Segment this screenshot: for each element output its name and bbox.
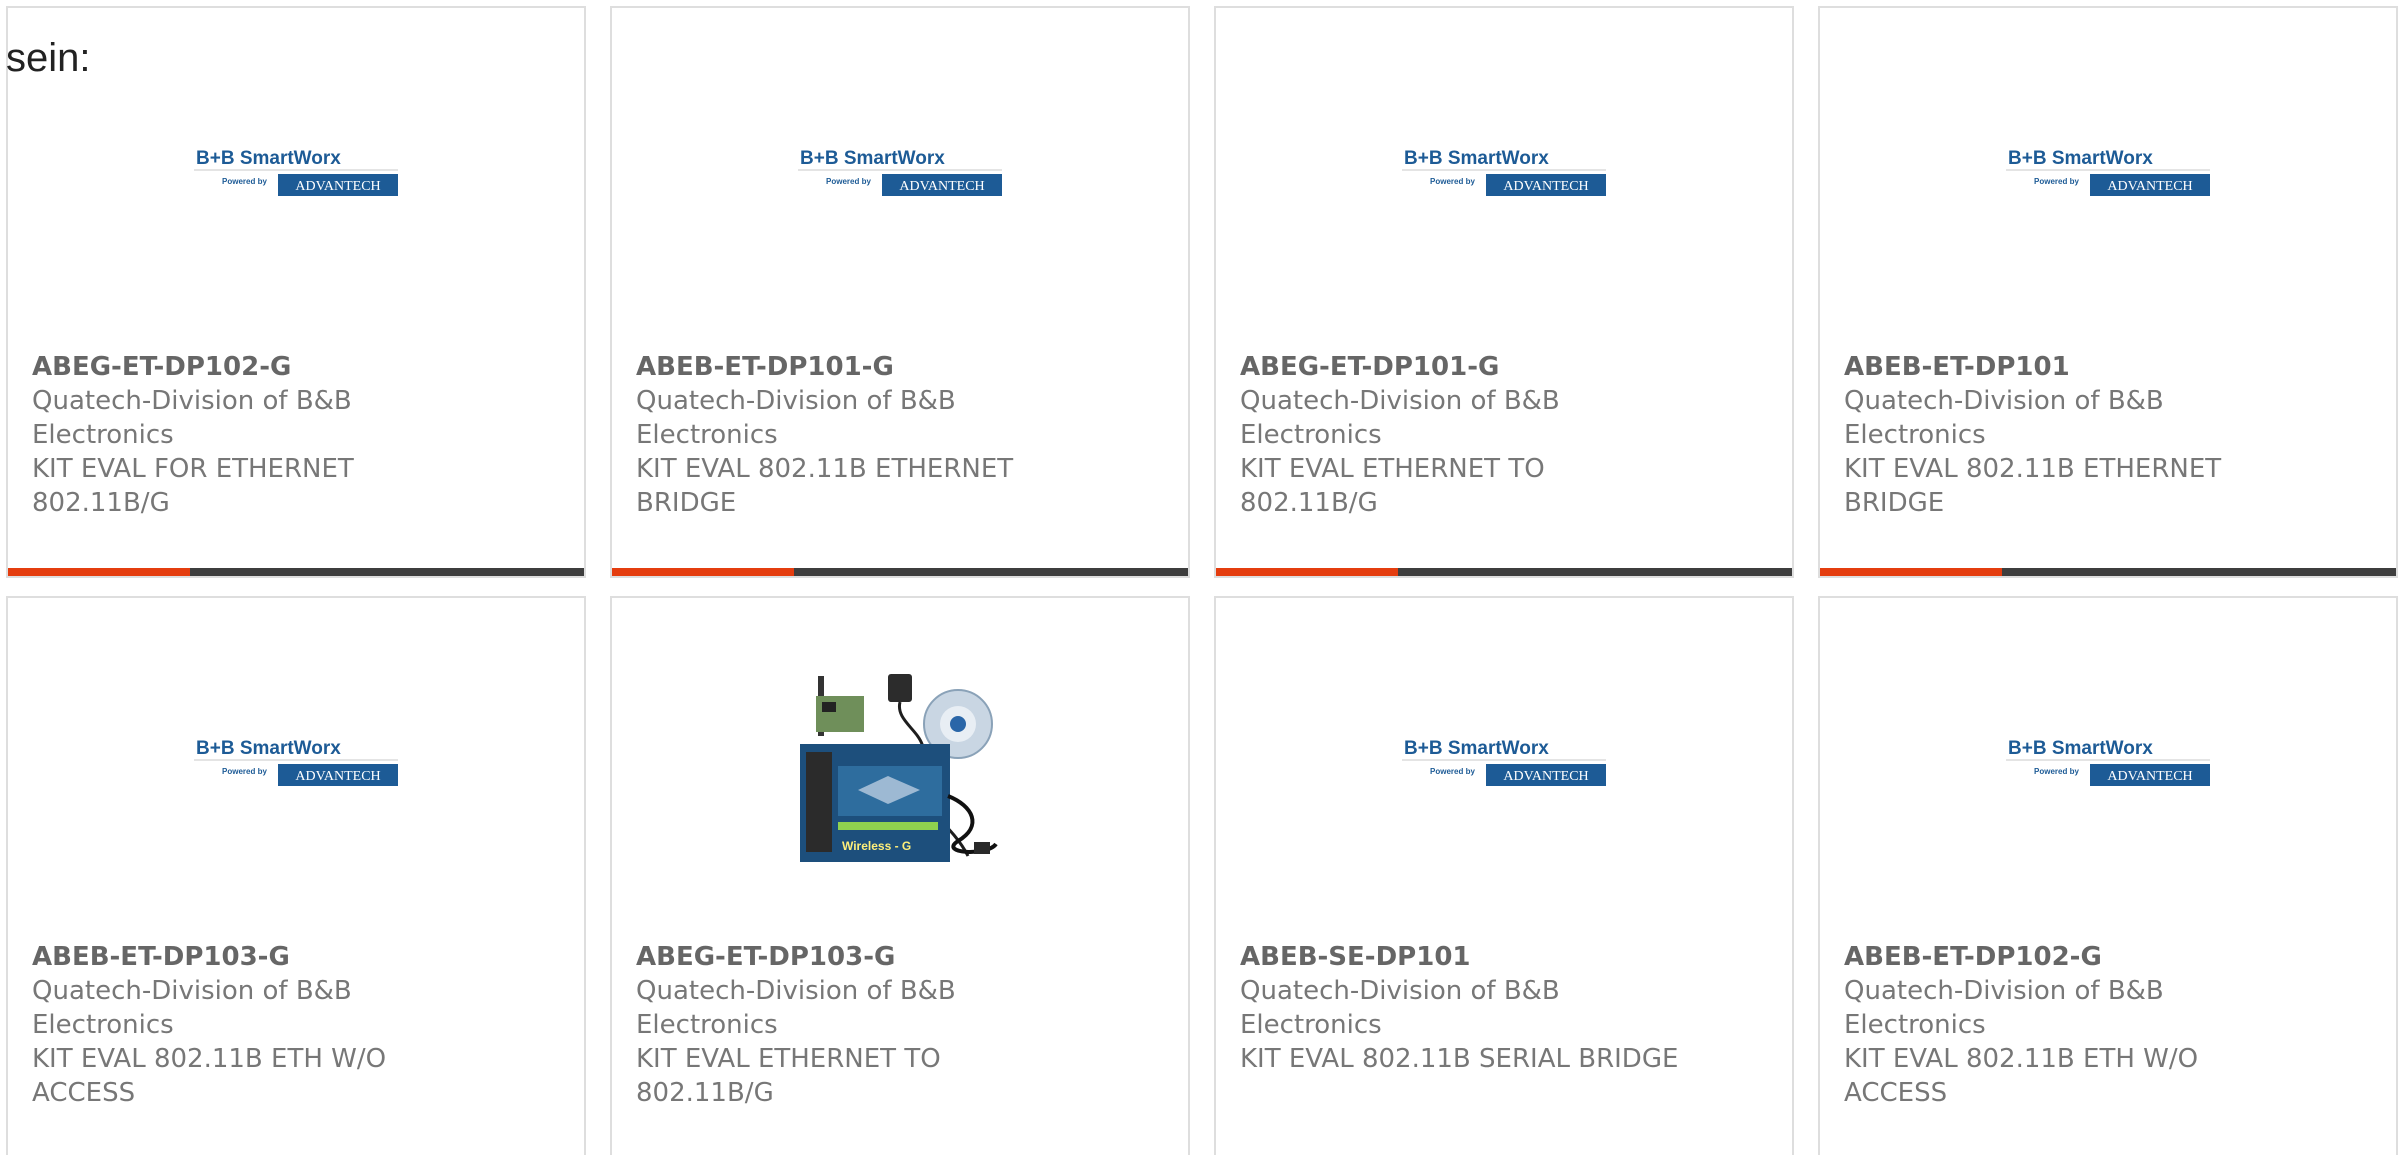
bb-smartworx-logo: B+B SmartWorx Powered by ADVANTECH: [2006, 738, 2210, 786]
product-info: ABEB-SE-DP101 Quatech-Division of B&B El…: [1240, 940, 1680, 1076]
product-info: ABEB-ET-DP102-G Quatech-Division of B&B …: [1844, 940, 2284, 1110]
product-info: ABEG-ET-DP103-G Quatech-Division of B&B …: [636, 940, 1076, 1110]
product-image[interactable]: B+B SmartWorx Powered by ADVANTECH: [8, 658, 584, 848]
product-image[interactable]: B+B SmartWorx Powered by ADVANTECH: [1216, 658, 1792, 848]
bb-smartworx-logo: B+B SmartWorx Powered by ADVANTECH: [2006, 148, 2210, 196]
bb-smartworx-logo: B+B SmartWorx Powered by ADVANTECH: [194, 738, 398, 786]
product-part-number[interactable]: ABEG-ET-DP103-G: [636, 940, 1076, 974]
product-part-number[interactable]: ABEB-ET-DP103-G: [32, 940, 472, 974]
product-info: ABEG-ET-DP102-G Quatech-Division of B&B …: [32, 350, 472, 520]
product-manufacturer: Quatech-Division of B&B Electronics: [636, 386, 956, 450]
logo-partner-text: ADVANTECH: [295, 179, 380, 194]
logo-partner-text: ADVANTECH: [2107, 179, 2192, 194]
logo-partner-text: ADVANTECH: [1503, 179, 1588, 194]
product-info: ABEG-ET-DP101-G Quatech-Division of B&B …: [1240, 350, 1680, 520]
product-image[interactable]: B+B SmartWorx Powered by ADVANTECH: [1216, 92, 1792, 282]
product-image[interactable]: B+B SmartWorx Powered by ADVANTECH: [612, 92, 1188, 282]
product-manufacturer: Quatech-Division of B&B Electronics: [32, 976, 352, 1040]
card-accent-bar: [8, 568, 584, 576]
intro-text: sein:: [6, 36, 91, 80]
product-part-number[interactable]: ABEG-ET-DP101-G: [1240, 350, 1680, 384]
bb-smartworx-logo: B+B SmartWorx Powered by ADVANTECH: [1402, 738, 1606, 786]
logo-partner-text: ADVANTECH: [295, 769, 380, 784]
product-description: KIT EVAL 802.11B ETHERNET BRIDGE: [1844, 454, 2222, 518]
product-image[interactable]: B+B SmartWorx Powered by ADVANTECH: [1820, 92, 2396, 282]
product-manufacturer: Quatech-Division of B&B Electronics: [636, 976, 956, 1040]
product-card[interactable]: B+B SmartWorx Powered by ADVANTECH ABEG-…: [1214, 6, 1794, 578]
product-card[interactable]: B+B SmartWorx Powered by ADVANTECH ABEB-…: [1818, 6, 2398, 578]
product-card[interactable]: B+B SmartWorx Powered by ADVANTECH ABEB-…: [610, 6, 1190, 578]
product-card[interactable]: B+B SmartWorx Powered by ADVANTECH ABEB-…: [6, 596, 586, 1155]
product-description: KIT EVAL 802.11B ETHERNET BRIDGE: [636, 454, 1014, 518]
product-description: KIT EVAL 802.11B SERIAL BRIDGE: [1240, 1044, 1679, 1074]
card-accent-bar: [1216, 568, 1792, 576]
product-card[interactable]: B+B SmartWorx Powered by ADVANTECH ABEB-…: [1818, 596, 2398, 1155]
logo-brand-text: B+B SmartWorx: [800, 148, 945, 169]
logo-partner-text: ADVANTECH: [1503, 769, 1588, 784]
logo-powered-by-text: Powered by: [222, 177, 267, 186]
logo-powered-by-text: Powered by: [1430, 177, 1475, 186]
product-manufacturer: Quatech-Division of B&B Electronics: [1240, 976, 1560, 1040]
bb-smartworx-logo: B+B SmartWorx Powered by ADVANTECH: [798, 148, 1002, 196]
card-accent-bar: [1820, 568, 2396, 576]
product-info: ABEB-ET-DP103-G Quatech-Division of B&B …: [32, 940, 472, 1110]
product-description: KIT EVAL 802.11B ETH W/O ACCESS: [1844, 1044, 2199, 1108]
logo-brand-text: B+B SmartWorx: [2008, 148, 2153, 169]
product-manufacturer: Quatech-Division of B&B Electronics: [32, 386, 352, 450]
product-manufacturer: Quatech-Division of B&B Electronics: [1844, 976, 2164, 1040]
card-accent-bar: [612, 568, 1188, 576]
product-info: ABEB-ET-DP101 Quatech-Division of B&B El…: [1844, 350, 2284, 520]
product-part-number[interactable]: ABEB-ET-DP102-G: [1844, 940, 2284, 974]
product-card[interactable]: B+B SmartWorx Powered by ADVANTECH ABEB-…: [1214, 596, 1794, 1155]
logo-powered-by-text: Powered by: [222, 767, 267, 776]
product-grid-page: sein: B+B SmartWorx Powered by ADVANTECH…: [0, 0, 2400, 1155]
logo-powered-by-text: Powered by: [826, 177, 871, 186]
logo-partner-text: ADVANTECH: [899, 179, 984, 194]
product-description: KIT EVAL ETHERNET TO 802.11B/G: [636, 1044, 941, 1108]
logo-brand-text: B+B SmartWorx: [196, 738, 341, 759]
logo-brand-text: B+B SmartWorx: [1404, 148, 1549, 169]
product-part-number[interactable]: ABEB-SE-DP101: [1240, 940, 1680, 974]
product-image[interactable]: B+B SmartWorx Powered by ADVANTECH: [8, 92, 584, 282]
product-description: KIT EVAL FOR ETHERNET 802.11B/G: [32, 454, 354, 518]
bb-smartworx-logo: B+B SmartWorx Powered by ADVANTECH: [194, 148, 398, 196]
bb-smartworx-logo: B+B SmartWorx Powered by ADVANTECH: [1402, 148, 1606, 196]
product-part-number[interactable]: ABEB-ET-DP101: [1844, 350, 2284, 384]
logo-brand-text: B+B SmartWorx: [2008, 738, 2153, 759]
product-part-number[interactable]: ABEG-ET-DP102-G: [32, 350, 472, 384]
product-card[interactable]: B+B SmartWorx Powered by ADVANTECH ABEG-…: [6, 6, 586, 578]
product-manufacturer: Quatech-Division of B&B Electronics: [1240, 386, 1560, 450]
photo-box-text: Wireless - G: [842, 839, 911, 853]
logo-brand-text: B+B SmartWorx: [1404, 738, 1549, 759]
product-description: KIT EVAL 802.11B ETH W/O ACCESS: [32, 1044, 387, 1108]
product-image[interactable]: Wireless - G: [612, 658, 1188, 862]
logo-partner-text: ADVANTECH: [2107, 769, 2192, 784]
product-info: ABEB-ET-DP101-G Quatech-Division of B&B …: [636, 350, 1076, 520]
product-manufacturer: Quatech-Division of B&B Electronics: [1844, 386, 2164, 450]
logo-powered-by-text: Powered by: [2034, 177, 2079, 186]
logo-powered-by-text: Powered by: [2034, 767, 2079, 776]
product-description: KIT EVAL ETHERNET TO 802.11B/G: [1240, 454, 1545, 518]
product-image[interactable]: B+B SmartWorx Powered by ADVANTECH: [1820, 658, 2396, 848]
logo-brand-text: B+B SmartWorx: [196, 148, 341, 169]
logo-powered-by-text: Powered by: [1430, 767, 1475, 776]
product-photo-kit: Wireless - G: [800, 674, 998, 862]
product-card[interactable]: Wireless - G ABEG-ET-DP103-G Quatech-Div…: [610, 596, 1190, 1155]
product-part-number[interactable]: ABEB-ET-DP101-G: [636, 350, 1076, 384]
